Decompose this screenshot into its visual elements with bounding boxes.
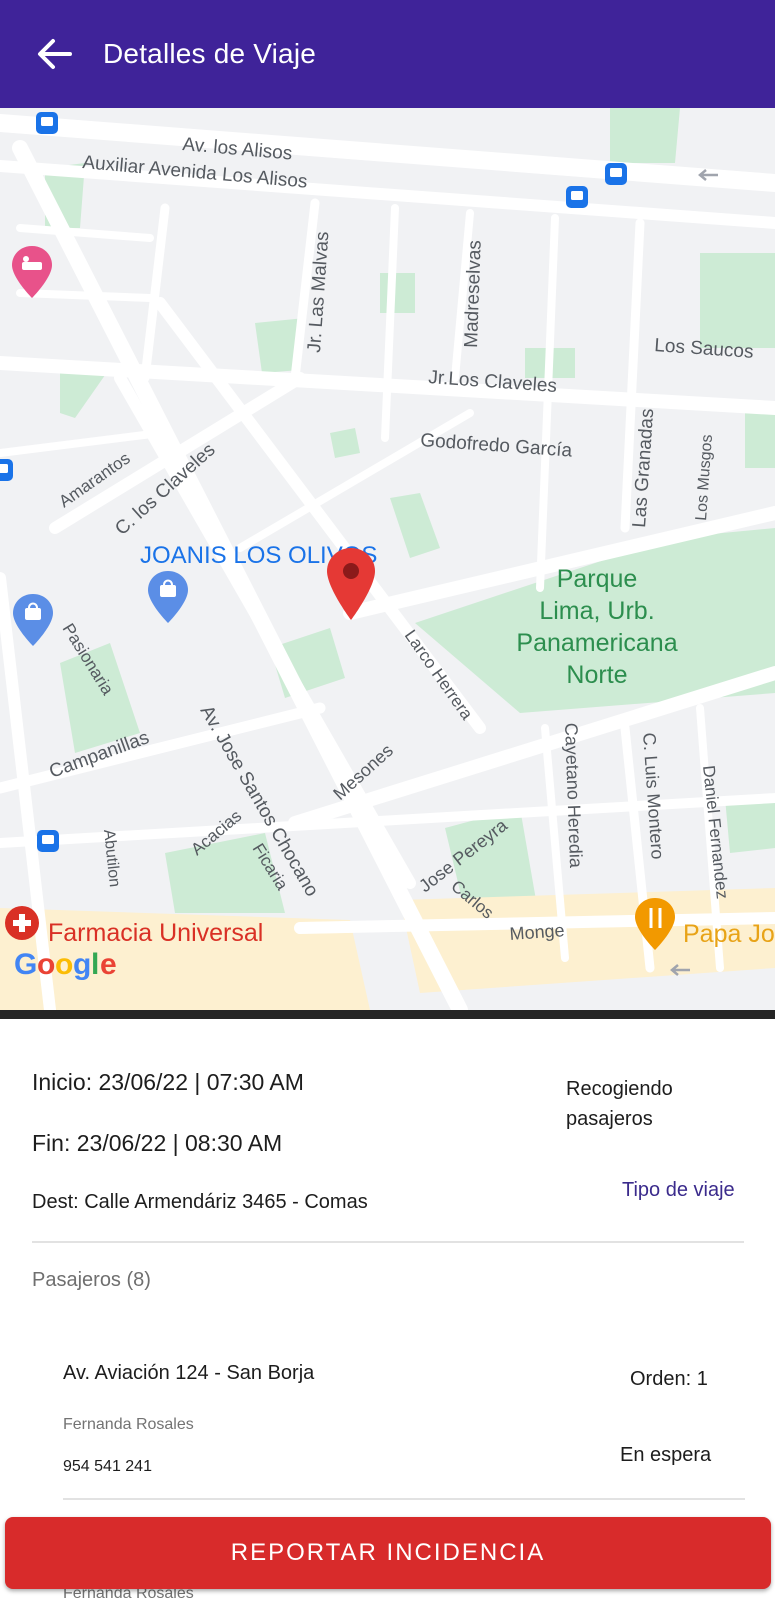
pharmacy-icon[interactable] <box>5 906 39 940</box>
back-button[interactable] <box>30 30 78 78</box>
divider <box>63 1498 745 1500</box>
poi-label-papa[interactable]: Papa Jo <box>683 920 775 948</box>
map-canvas[interactable]: Av. los Alisos Auxiliar Avenida Los Alis… <box>0 108 775 1010</box>
google-letter: e <box>100 948 117 981</box>
street-label: Monge <box>509 920 565 944</box>
trip-type-link[interactable]: Tipo de viaje <box>622 1179 735 1202</box>
poi-label-farmacia[interactable]: Farmacia Universal <box>48 919 263 947</box>
map-divider <box>0 1010 775 1019</box>
park-label-line: Norte <box>566 661 627 689</box>
trip-destination: Dest: Calle Armendáriz 3465 - Comas <box>32 1191 368 1213</box>
park-label-line: Lima, Urb. <box>539 597 654 625</box>
google-logo: G o o g l e <box>14 948 117 981</box>
page-title: Detalles de Viaje <box>103 38 317 69</box>
app-bar: Detalles de Viaje <box>0 0 775 108</box>
passenger-name: Fernanda Rosales <box>63 1416 194 1433</box>
report-incident-button[interactable]: REPORTAR INCIDENCIA <box>5 1517 771 1589</box>
passenger-order: Orden: 1 <box>630 1368 708 1390</box>
bus-stop-icon[interactable] <box>0 459 13 481</box>
bus-stop-icon[interactable] <box>566 186 588 208</box>
trip-status: Recogiendo pasajeros <box>566 1078 673 1130</box>
passenger-item[interactable]: Av. Aviación 124 - San Borja Fernanda Ro… <box>0 1340 775 1500</box>
street-label: Madreselvas <box>461 240 486 348</box>
google-letter: G <box>14 948 37 981</box>
bus-stop-icon[interactable] <box>605 163 627 185</box>
divider <box>32 1241 744 1243</box>
passenger-phone: 954 541 241 <box>63 1458 152 1475</box>
google-letter: o <box>55 948 73 981</box>
passenger-state: En espera <box>620 1444 712 1466</box>
trip-end: Fin: 23/06/22 | 08:30 AM <box>32 1130 283 1156</box>
park-label-line: Parque <box>557 565 638 593</box>
passenger-address: Av. Aviación 124 - San Borja <box>63 1362 315 1384</box>
trip-start: Inicio: 23/06/22 | 07:30 AM <box>32 1069 304 1095</box>
google-letter: g <box>73 948 91 981</box>
bus-stop-icon[interactable] <box>37 830 59 852</box>
arrow-left-icon <box>38 39 72 69</box>
google-letter: o <box>37 948 55 981</box>
map-view[interactable]: Av. los Alisos Auxiliar Avenida Los Alis… <box>0 108 775 1010</box>
google-letter: l <box>91 948 99 981</box>
passengers-title: Pasajeros (8) <box>32 1269 151 1291</box>
park-label-line: Panamericana <box>516 629 677 657</box>
bus-stop-icon[interactable] <box>36 112 58 134</box>
